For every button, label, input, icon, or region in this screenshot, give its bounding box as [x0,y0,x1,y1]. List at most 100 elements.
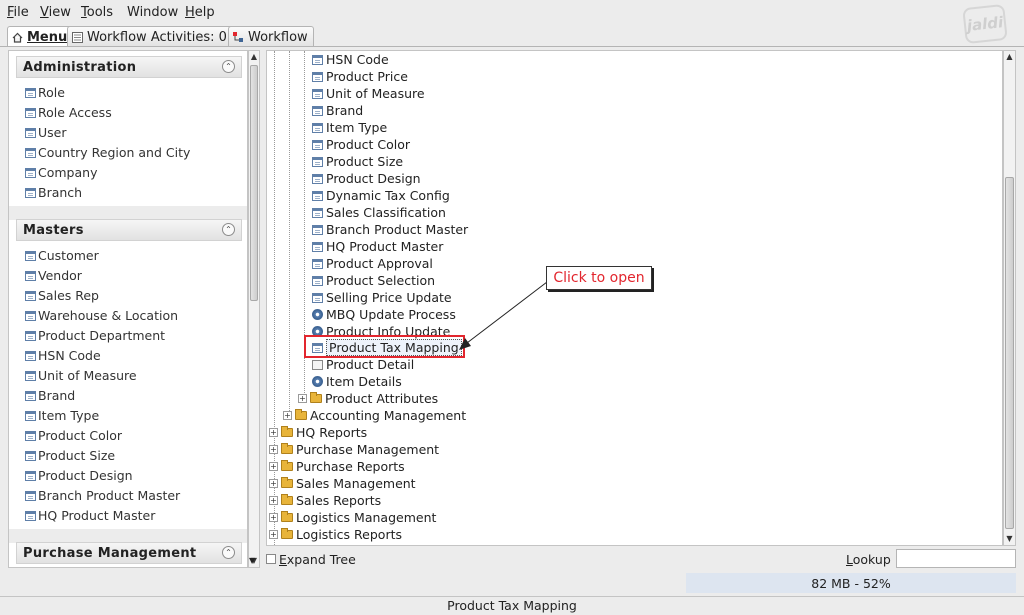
tree-item-product-size[interactable]: Product Size [312,153,403,170]
menu-item-country-region-city[interactable]: Country Region and City [25,143,190,162]
menu-panel-scrollbar[interactable]: ▲ ▼ [248,50,260,568]
tree-folder-logistics-management[interactable]: + Logistics Management [269,509,436,526]
section-header-administration[interactable]: Administration ⌃ [16,56,242,78]
tree-folder-purchase-management[interactable]: + Purchase Management [269,441,439,458]
menu-item-product-design[interactable]: Product Design [25,466,133,485]
window-icon [25,370,36,381]
tree-folder-product-attributes[interactable]: + Product Attributes [298,390,438,407]
menu-item-product-size[interactable]: Product Size [25,446,115,465]
scroll-down-icon[interactable]: ▼ [1004,533,1015,545]
menu-window[interactable]: Window [127,5,178,20]
menu-help[interactable]: Help [185,5,215,20]
tree-folder-logistics-reports[interactable]: + Logistics Reports [269,526,402,543]
callout-arrow [459,281,548,350]
tree-item-product-design[interactable]: Product Design [312,170,421,187]
tab-menu[interactable]: Menu [7,26,74,47]
tree-item-hsn-code[interactable]: HSN Code [312,51,389,68]
tree-item-sales-classification[interactable]: Sales Classification [312,204,446,221]
menu-file[interactable]: File [7,5,29,20]
menu-tree: HSN Code Product Price Unit of Measure B… [266,50,1003,546]
tree-item-selling-price-update[interactable]: Selling Price Update [312,289,452,306]
tab-divider [0,46,1024,47]
menu-item-customer[interactable]: Customer [25,246,99,265]
tree-folder-sales-reports[interactable]: + Sales Reports [269,492,381,509]
highlight-box [304,335,465,358]
scrollbar-thumb[interactable] [250,65,258,301]
menu-item-product-color[interactable]: Product Color [25,426,122,445]
collapse-icon[interactable]: ⌃ [222,223,235,236]
tree-item-product-color[interactable]: Product Color [312,136,410,153]
expand-icon[interactable]: + [269,479,278,488]
tree-item-product-selection[interactable]: Product Selection [312,272,435,289]
window-icon [25,250,36,261]
window-icon [25,470,36,481]
expand-icon[interactable]: + [283,411,292,420]
tab-workflow[interactable]: Workflow [228,26,314,46]
menu-item-warehouse-location[interactable]: Warehouse & Location [25,306,178,325]
home-icon [12,32,23,43]
tree-item-product-price[interactable]: Product Price [312,68,408,85]
callout-label: Click to open [546,266,652,290]
expand-icon[interactable]: + [269,530,278,539]
menu-item-branch[interactable]: Branch [25,183,82,202]
scroll-down-icon[interactable]: ▼ [249,556,255,565]
folder-icon [281,443,293,454]
menu-view[interactable]: View [40,5,71,20]
tree-item-item-type[interactable]: Item Type [312,119,387,136]
section-header-purchase-management[interactable]: Purchase Management ⌃ [16,542,242,564]
window-icon [312,292,323,303]
tree-scrollbar[interactable]: ▲ ▼ [1003,50,1016,546]
menu-item-sales-rep[interactable]: Sales Rep [25,286,99,305]
tree-folder-purchase-reports[interactable]: + Purchase Reports [269,458,405,475]
tab-workflow-activities[interactable]: Workflow Activities: 0 [67,26,233,46]
scroll-up-icon[interactable]: ▲ [249,51,259,63]
window-icon [25,410,36,421]
tree-item-unit-of-measure[interactable]: Unit of Measure [312,85,425,102]
collapse-icon[interactable]: ⌃ [222,546,235,559]
tree-item-product-approval[interactable]: Product Approval [312,255,433,272]
tree-folder-sales-management[interactable]: + Sales Management [269,475,416,492]
menu-item-item-type[interactable]: Item Type [25,406,99,425]
tree-item-branch-product-master[interactable]: Branch Product Master [312,221,468,238]
expand-icon[interactable]: + [269,428,278,437]
tree-item-mbq-update-process[interactable]: MBQ Update Process [312,306,456,323]
menu-item-role[interactable]: Role [25,83,65,102]
expand-tree-checkbox[interactable] [266,554,276,564]
menu-item-branch-product-master[interactable]: Branch Product Master [25,486,180,505]
tree-item-item-details[interactable]: Item Details [312,373,402,390]
menu-item-role-access[interactable]: Role Access [25,103,112,122]
expand-icon[interactable]: + [269,496,278,505]
window-icon [25,167,36,178]
menu-bar: File View Tools Window Help [0,0,1024,24]
window-icon [25,310,36,321]
menu-item-vendor[interactable]: Vendor [25,266,82,285]
scrollbar-thumb[interactable] [1005,177,1014,529]
section-header-masters[interactable]: Masters ⌃ [16,219,242,241]
window-icon [25,147,36,158]
tree-folder-hq-reports[interactable]: + HQ Reports [269,424,367,441]
window-icon [312,54,323,65]
tree-item-dynamic-tax-config[interactable]: Dynamic Tax Config [312,187,450,204]
menu-item-user[interactable]: User [25,123,67,142]
expand-icon[interactable]: + [269,445,278,454]
menu-item-hq-product-master[interactable]: HQ Product Master [25,506,155,525]
expand-icon[interactable]: + [269,462,278,471]
menu-tools[interactable]: Tools [81,5,113,20]
collapse-icon[interactable]: ⌃ [222,60,235,73]
menu-item-hsn-code[interactable]: HSN Code [25,346,101,365]
window-icon [25,350,36,361]
folder-icon [281,528,293,539]
workflow-icon [233,31,244,43]
menu-item-unit-of-measure[interactable]: Unit of Measure [25,366,137,385]
expand-icon[interactable]: + [298,394,307,403]
tree-item-brand[interactable]: Brand [312,102,363,119]
tree-item-product-detail[interactable]: Product Detail [312,356,414,373]
lookup-input[interactable] [896,549,1016,568]
menu-item-product-department[interactable]: Product Department [25,326,165,345]
menu-item-brand[interactable]: Brand [25,386,75,405]
tree-item-hq-product-master[interactable]: HQ Product Master [312,238,443,255]
tree-folder-accounting-management[interactable]: + Accounting Management [283,407,466,424]
expand-icon[interactable]: + [269,513,278,522]
scroll-up-icon[interactable]: ▲ [1004,51,1015,63]
menu-item-company[interactable]: Company [25,163,97,182]
